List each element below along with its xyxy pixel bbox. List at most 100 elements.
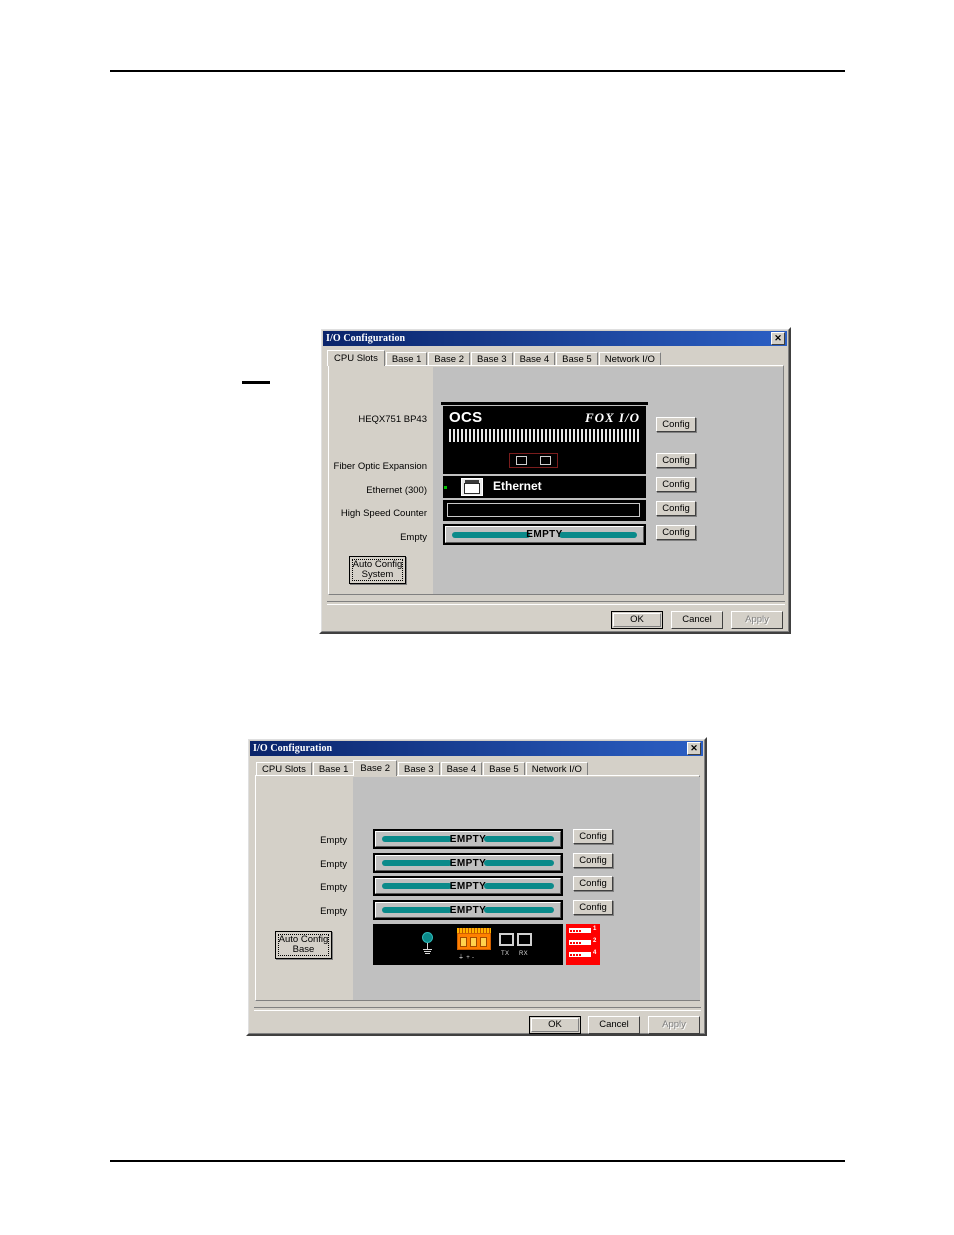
apply-button[interactable]: Apply <box>731 611 783 629</box>
config-button-slot-1[interactable]: Config <box>656 453 696 468</box>
empty-bar-left <box>382 836 452 842</box>
tab-cpu-slots[interactable]: CPU Slots <box>256 762 312 776</box>
empty-bar-left <box>452 531 530 538</box>
auto-config-system-button[interactable]: Auto Config System <box>349 556 406 584</box>
empty-bar-left <box>382 860 452 866</box>
slot-label-1: Fiber Optic Expansion <box>333 461 427 472</box>
empty-bar-right <box>484 883 554 889</box>
config-button-slot-0[interactable]: Config <box>573 829 613 844</box>
module-empty-slot-3[interactable]: EMPTY <box>373 900 563 920</box>
fiber-port-2-icon <box>539 456 551 465</box>
cancel-button[interactable]: Cancel <box>671 611 723 629</box>
connector-number-4: 4 <box>593 950 597 956</box>
page-header-rule <box>110 70 845 72</box>
config-button-slot-3[interactable]: Config <box>656 501 696 516</box>
empty-module-label: EMPTY <box>449 857 487 869</box>
close-icon[interactable]: ✕ <box>687 742 701 755</box>
rj45-jack-icon <box>461 478 483 496</box>
slot-label-2: Empty <box>320 882 347 893</box>
tab-base-3[interactable]: Base 3 <box>397 762 440 776</box>
empty-module-label: EMPTY <box>449 904 487 916</box>
tab-panel-cpu-slots: HEQX751 BP43 Fiber Optic Expansion Ether… <box>328 365 784 595</box>
serial-port-pair <box>499 933 532 946</box>
tabstrip[interactable]: CPU Slots Base 1 Base 2 Base 3 Base 4 Ba… <box>327 350 662 366</box>
tab-base-3[interactable]: Base 3 <box>470 352 513 366</box>
tab-base-5[interactable]: Base 5 <box>556 352 598 366</box>
module-empty-slot-1[interactable]: EMPTY <box>373 853 563 873</box>
config-button-slot-2[interactable]: Config <box>573 876 613 891</box>
empty-module-label: EMPTY <box>449 833 487 845</box>
fox-io-label: FOX I/O <box>584 410 640 425</box>
dialog-title: I/O Configuration <box>253 743 333 754</box>
callout-leader-dash <box>242 381 270 384</box>
ground-bar-1 <box>423 949 432 950</box>
ok-button[interactable]: OK <box>529 1016 581 1034</box>
ground-bar-3 <box>425 953 430 954</box>
slot-label-3: Empty <box>320 906 347 917</box>
tab-panel-base-2: Empty Empty Empty Empty EMPTY EMPTY EMPT… <box>255 775 700 1001</box>
footer-separator <box>327 601 785 605</box>
config-button-slot-0[interactable]: Config <box>656 417 696 432</box>
empty-module-face: EMPTY <box>375 878 561 894</box>
tab-base-5[interactable]: Base 5 <box>483 762 525 776</box>
module-empty-slot[interactable]: EMPTY <box>443 524 646 545</box>
empty-bar-left <box>382 907 452 913</box>
slot-label-0: HEQX751 BP43 <box>358 414 427 425</box>
tx-jack-icon <box>499 933 514 946</box>
module-ethernet[interactable]: Ethernet <box>443 476 646 498</box>
dialog-title: I/O Configuration <box>326 333 406 344</box>
empty-module-face: EMPTY <box>375 831 561 847</box>
footer-separator <box>254 1007 701 1011</box>
tx-label: TX <box>501 951 510 957</box>
empty-module-label: EMPTY <box>449 880 487 892</box>
config-button-slot-1[interactable]: Config <box>573 853 613 868</box>
rx-label: RX <box>519 951 528 957</box>
base-backplane-graphic[interactable]: ⏚ + - TX RX <box>373 924 563 965</box>
tab-base-1[interactable]: Base 1 <box>312 762 355 776</box>
tab-network-io[interactable]: Network I/O <box>525 762 588 776</box>
io-configuration-dialog-cpu-slots[interactable]: I/O Configuration ✕ CPU Slots Base 1 Bas… <box>319 327 791 634</box>
tabstrip[interactable]: CPU Slots Base 1 Base 2 Base 3 Base 4 Ba… <box>256 760 589 776</box>
ok-button[interactable]: OK <box>611 611 663 629</box>
tab-base-2[interactable]: Base 2 <box>428 352 470 366</box>
config-button-slot-2[interactable]: Config <box>656 477 696 492</box>
link-led-icon <box>444 486 447 489</box>
tab-base-1[interactable]: Base 1 <box>385 352 428 366</box>
empty-bar-right <box>559 531 637 538</box>
auto-config-base-button[interactable]: Auto Config Base <box>275 931 332 959</box>
close-icon[interactable]: ✕ <box>771 332 785 345</box>
titlebar[interactable]: I/O Configuration ✕ <box>250 741 703 756</box>
tab-base-4[interactable]: Base 4 <box>513 352 556 366</box>
ventilation-grille-icon <box>449 429 640 442</box>
fiber-optic-port-group[interactable] <box>509 453 558 468</box>
io-configuration-dialog-base-2[interactable]: I/O Configuration ✕ CPU Slots Base 1 Bas… <box>246 737 707 1036</box>
tab-cpu-slots[interactable]: CPU Slots <box>327 350 385 366</box>
slot-label-1: Empty <box>320 859 347 870</box>
tab-base-4[interactable]: Base 4 <box>440 762 483 776</box>
slot-label-3: High Speed Counter <box>340 508 427 519</box>
hsc-terminal-strip-icon <box>447 503 640 517</box>
empty-bar-right <box>484 907 554 913</box>
tab-network-io[interactable]: Network I/O <box>598 352 661 366</box>
fiber-port-1-icon <box>516 456 528 465</box>
config-button-slot-3[interactable]: Config <box>573 900 613 915</box>
apply-button[interactable]: Apply <box>648 1016 700 1034</box>
config-button-slot-4[interactable]: Config <box>656 525 696 540</box>
slot-label-4: Empty <box>400 532 427 543</box>
auto-config-base-label: Auto Config Base <box>278 934 329 955</box>
module-empty-slot-2[interactable]: EMPTY <box>373 876 563 896</box>
ocs-top-bar <box>441 402 648 405</box>
empty-bar-left <box>382 883 452 889</box>
auto-config-system-label: Auto Config System <box>352 559 403 580</box>
ocs-label: OCS <box>449 409 483 426</box>
connector-number-1: 1 <box>593 926 597 932</box>
io-connector-strips[interactable]: 1 2 4 <box>566 924 600 965</box>
module-empty-slot-0[interactable]: EMPTY <box>373 829 563 849</box>
cancel-button[interactable]: Cancel <box>588 1016 640 1034</box>
empty-module-face: EMPTY <box>445 526 644 543</box>
terminal-pin-markers: ⏚ + - <box>458 955 475 961</box>
titlebar[interactable]: I/O Configuration ✕ <box>323 331 787 346</box>
module-high-speed-counter[interactable] <box>443 500 646 521</box>
module-ocs-fox-io[interactable]: OCS FOX I/O <box>443 406 646 474</box>
tab-base-2[interactable]: Base 2 <box>353 760 397 776</box>
